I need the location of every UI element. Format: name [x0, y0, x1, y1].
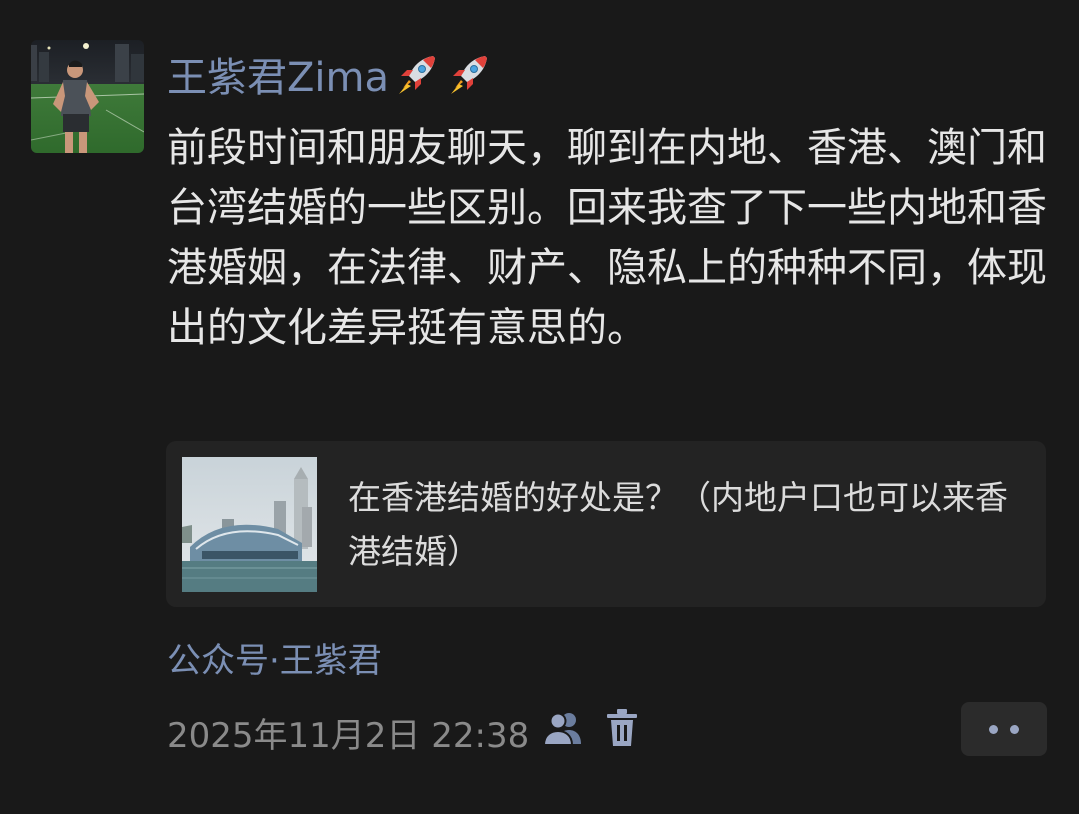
author-name[interactable]: 王紫君Zima	[167, 45, 389, 103]
rocket-icon	[445, 50, 493, 98]
article-source[interactable]: 公众号·王紫君	[167, 633, 382, 682]
article-thumbnail	[182, 457, 317, 592]
avatar[interactable]	[31, 40, 144, 153]
moments-post: 王紫君Zima 前段时间和朋友聊天，聊到在内地、香港、澳门和台湾结婚的一些区别。…	[0, 0, 1079, 814]
more-dots-icon	[989, 724, 998, 734]
shared-article-card[interactable]: 在香港结婚的好处是？（内地户口也可以来香港结婚）	[166, 441, 1046, 607]
avatar-image	[31, 40, 144, 153]
more-dots-icon	[1010, 724, 1019, 734]
post-timestamp: 2025年11月2日 22:38	[167, 715, 530, 756]
friends-visibility-icon[interactable]	[541, 708, 585, 757]
author-name-row[interactable]: 王紫君Zima	[167, 44, 493, 104]
more-button[interactable]	[961, 702, 1047, 756]
post-text: 前段时间和朋友聊天，聊到在内地、香港、澳门和台湾结婚的一些区别。回来我查了下一些…	[167, 125, 1047, 351]
trash-icon[interactable]	[605, 708, 639, 757]
article-title: 在香港结婚的好处是？（内地户口也可以来香港结婚）	[348, 478, 1008, 571]
rocket-icon	[393, 50, 441, 98]
post-meta-row: 2025年11月2日 22:38	[167, 706, 639, 758]
